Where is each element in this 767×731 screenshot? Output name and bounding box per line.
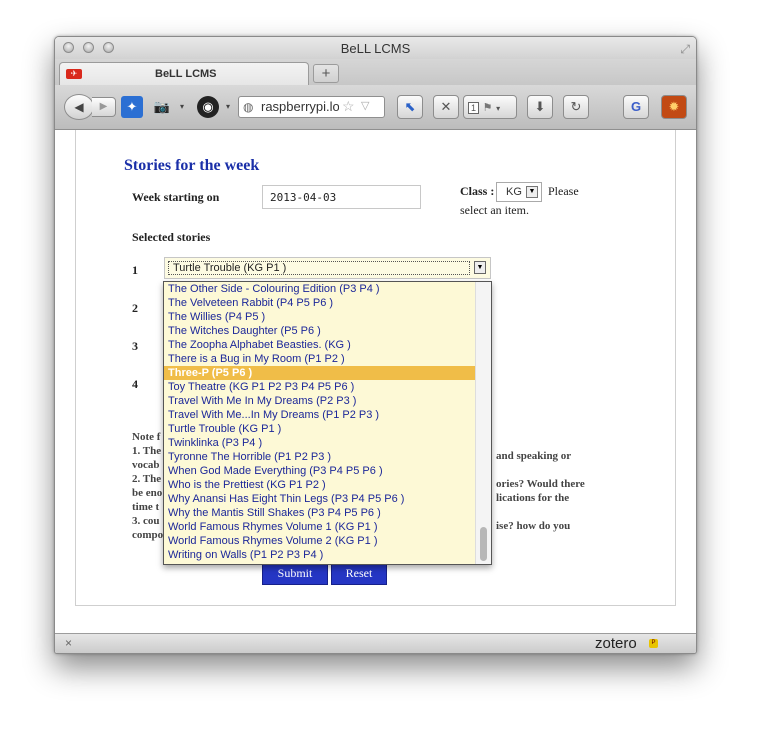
week-start-input[interactable]: 2013-04-03 (262, 185, 421, 209)
navigation-toolbar: ◀ ▶ ✦ 📷 ▾ ◉ ▾ ◍ raspberrypi.lo ☆ ▽ ⬉ ✕ 1… (55, 85, 696, 130)
class-label: Class : (460, 184, 495, 198)
zotero-label[interactable]: zotero (595, 635, 637, 652)
dropdown-option[interactable]: Three-P (P5 P6 ) (164, 366, 475, 380)
status-bar: × zotero P (55, 633, 696, 653)
firebug-dropdown-icon[interactable]: ▾ (217, 96, 239, 118)
class-select[interactable]: KG ▼ (496, 182, 542, 202)
dropdown-option[interactable]: Writing on Walls (P1 P2 P3 P4 ) (164, 548, 475, 562)
new-tab-button[interactable]: + (313, 64, 339, 83)
dropdown-option[interactable]: Travel With Me...In My Dreams (P1 P2 P3 … (164, 408, 475, 422)
dropdown-option[interactable]: The Velveteen Rabbit (P4 P5 P6 ) (164, 296, 475, 310)
dropdown-option[interactable]: Twinklinka (P3 P4 ) (164, 436, 475, 450)
class-hint: Please (548, 184, 579, 198)
row-number: 4 (132, 377, 138, 391)
dropdown-option[interactable]: The Zoopha Alphabet Beasties. (KG ) (164, 338, 475, 352)
url-text[interactable]: raspberrypi.lo (261, 99, 339, 114)
dropdown-option[interactable]: The Witches Daughter (P5 P6 ) (164, 324, 475, 338)
camera-dropdown-icon[interactable]: ▾ (171, 96, 193, 118)
globe-icon: ◍ (243, 100, 254, 114)
flag-icon: ⚑ (482, 102, 493, 114)
row-number: 2 (132, 301, 138, 315)
dropdown-option[interactable]: There is a Bug in My Room (P1 P2 ) (164, 352, 475, 366)
dropdown-option[interactable]: When God Made Everything (P3 P4 P5 P6 ) (164, 464, 475, 478)
reset-button[interactable]: Reset (331, 562, 387, 585)
stop-button[interactable]: ✕ (433, 95, 459, 119)
reload-button[interactable]: ↻ (563, 95, 589, 119)
story-select-1-value: Turtle Trouble (KG P1 ) (168, 261, 470, 275)
close-addon-bar-icon[interactable]: × (65, 636, 72, 650)
dropdown-option[interactable]: Turtle Trouble (KG P1 ) (164, 422, 475, 436)
title-bar: BeLL LCMS ⤢ (55, 37, 696, 59)
dropdown-option[interactable]: The Other Side - Colouring Edition (P3 P… (164, 282, 475, 296)
note-line: ise? how do you (496, 520, 571, 532)
row-number: 3 (132, 339, 138, 353)
window-title: BeLL LCMS (340, 41, 411, 56)
week-label: Week starting on (132, 190, 220, 204)
url-history-icon[interactable]: ▽ (361, 99, 369, 112)
row-number: 1 (132, 263, 138, 277)
download-button[interactable]: ⬇ (527, 95, 553, 119)
dropdown-scroll-thumb[interactable] (480, 527, 487, 561)
dropdown-option[interactable]: Who is the Prettiest (KG P1 P2 ) (164, 478, 475, 492)
note-line: lications for the (496, 492, 570, 504)
dropdown-option[interactable]: The Willies (P4 P5 ) (164, 310, 475, 324)
fullscreen-icon[interactable]: ⤢ (680, 42, 690, 57)
class-hint-2: select an item. (460, 203, 529, 217)
url-bar[interactable]: ◍ raspberrypi.lo ☆ ▽ (238, 96, 385, 118)
camera-icon[interactable]: 📷 (151, 96, 173, 118)
note-line: ories? Would there (496, 478, 585, 490)
back-button[interactable]: ◀ (64, 94, 94, 120)
bookmark-star-icon[interactable]: ☆ (342, 98, 355, 115)
google-icon[interactable]: G (623, 95, 649, 119)
dropdown-scrollbar[interactable] (475, 282, 491, 564)
dropdown-arrow-icon: ▾ (496, 104, 501, 113)
chevron-down-icon: ▼ (526, 186, 538, 198)
tab-count: 1 (468, 102, 480, 114)
bell-favicon-icon: ✈ (66, 69, 82, 79)
dropdown-option[interactable]: Why Anansi Has Eight Thin Legs (P3 P4 P5… (164, 492, 475, 506)
dropdown-option[interactable]: Why the Mantis Still Shakes (P3 P4 P5 P6… (164, 506, 475, 520)
submit-button[interactable]: Submit (262, 562, 328, 585)
tab-bell-lcms[interactable]: ✈ BeLL LCMS (59, 62, 309, 85)
extension-icon[interactable]: ✹ (661, 95, 687, 119)
note-line: and speaking or (496, 450, 572, 462)
page-content: Stories for the week Week starting on 20… (55, 130, 696, 633)
dropdown-option[interactable]: World Famous Rhymes Volume 2 (KG P1 ) (164, 534, 475, 548)
page-title: Stories for the week (124, 157, 260, 174)
browser-window: BeLL LCMS ⤢ ✈ BeLL LCMS + ◀ ▶ ✦ 📷 ▾ ◉ ▾ … (54, 36, 697, 654)
class-value: KG (506, 186, 522, 198)
zotero-badge[interactable]: P (649, 639, 658, 648)
tab-bar: ✈ BeLL LCMS + (55, 59, 696, 85)
story-dropdown-list[interactable]: The Other Side - Colouring Edition (P3 P… (163, 281, 492, 565)
selected-stories-label: Selected stories (132, 230, 211, 244)
story-select-1[interactable]: Turtle Trouble (KG P1 ) ▼ (164, 257, 491, 279)
firebug-icon[interactable]: ◉ (197, 96, 219, 118)
dropdown-option[interactable]: Toy Theatre (KG P1 P2 P3 P4 P5 P6 ) (164, 380, 475, 394)
dropdown-option[interactable]: Tyronne The Horrible (P1 P2 P3 ) (164, 450, 475, 464)
select-element-icon[interactable]: ⬉ (397, 95, 423, 119)
chevron-down-icon: ▼ (474, 261, 486, 274)
dropdown-option[interactable]: World Famous Rhymes Volume 1 (KG P1 ) (164, 520, 475, 534)
tab-count-button[interactable]: 1 ⚑ ▾ (463, 95, 517, 119)
tab-title: BeLL LCMS (155, 68, 217, 80)
dropdown-option[interactable]: Travel With Me In My Dreams (P2 P3 ) (164, 394, 475, 408)
back-forward-group: ◀ ▶ (64, 94, 116, 120)
compass-icon[interactable]: ✦ (121, 96, 143, 118)
forward-button[interactable]: ▶ (92, 97, 116, 117)
